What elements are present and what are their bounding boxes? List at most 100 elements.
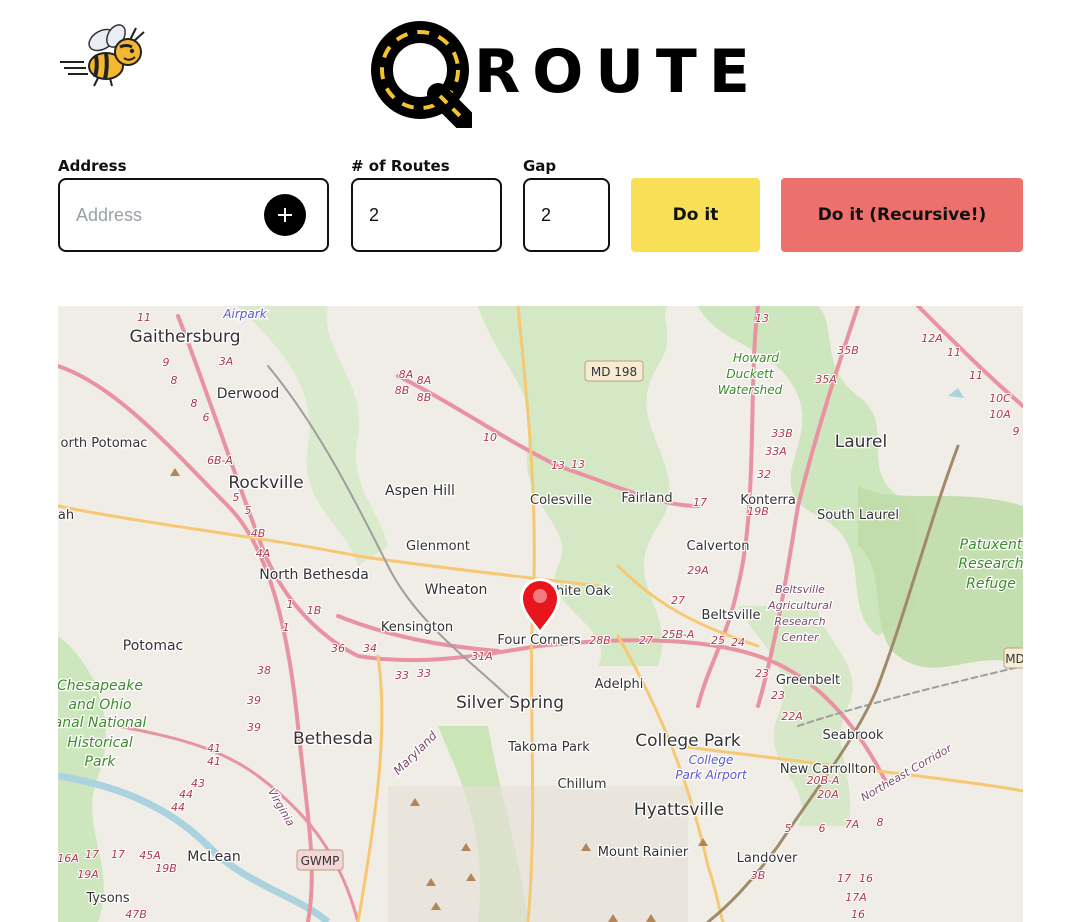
- exit-number: 13: [571, 458, 585, 471]
- map-place-label: Gaithersburg: [129, 327, 240, 347]
- exit-number: 1: [287, 598, 294, 611]
- exit-number: 7A: [845, 818, 860, 831]
- exit-number: 25: [711, 634, 725, 647]
- exit-number: 24: [731, 636, 745, 649]
- exit-number: 5: [233, 491, 240, 504]
- routes-label: # of Routes: [351, 157, 450, 175]
- do-it-recursive-button[interactable]: Do it (Recursive!): [781, 178, 1023, 252]
- exit-number: 38: [257, 664, 271, 677]
- map-place-label: South Laurel: [817, 508, 899, 523]
- map-place-label: Seabrook: [823, 728, 884, 743]
- exit-number: 10: [483, 431, 497, 444]
- add-address-button[interactable]: [264, 194, 306, 236]
- exit-number: 43: [191, 777, 205, 790]
- exit-number: 8B: [417, 391, 432, 404]
- exit-number: 12A: [921, 332, 943, 345]
- exit-number: 39: [247, 721, 261, 734]
- exit-number: 5: [245, 504, 252, 517]
- exit-number: 6B-A: [207, 454, 233, 467]
- exit-number: 23: [755, 667, 769, 680]
- exit-number: 13: [755, 312, 769, 325]
- gap-input[interactable]: [525, 204, 608, 226]
- road-shield: GWMP: [296, 849, 344, 871]
- map-place-label: Derwood: [217, 386, 280, 402]
- map-place-label: Center: [781, 631, 820, 644]
- exit-number: 6: [203, 411, 210, 424]
- map-place-label: Beltsville: [775, 583, 825, 596]
- exit-number: 22A: [781, 710, 803, 723]
- plus-icon: [278, 208, 292, 222]
- exit-number: 1: [283, 621, 290, 634]
- brand-title: ROUTE: [474, 37, 762, 107]
- exit-number: 4A: [256, 547, 271, 560]
- routes-input[interactable]: [353, 204, 500, 226]
- map-place-label: Tysons: [85, 891, 130, 906]
- map-place-label: Refuge: [966, 576, 1016, 592]
- exit-number: 27: [639, 634, 653, 647]
- exit-number: 13: [551, 459, 565, 472]
- map-place-label: Research: [774, 615, 825, 628]
- address-input[interactable]: [60, 204, 256, 226]
- map-place-label: Glenmont: [406, 539, 470, 554]
- map-place-label: Bethesda: [293, 729, 373, 749]
- map-place-label: Research: [958, 556, 1023, 572]
- map-place-label: Chillum: [557, 777, 606, 792]
- map-place-label: Historical: [67, 735, 133, 751]
- map-place-label: College: [689, 753, 734, 767]
- map-place-label: Park Airport: [675, 768, 748, 782]
- map-place-label: Colesville: [530, 493, 592, 508]
- map-place-label: Adelphi: [595, 677, 644, 692]
- map-place-label: Laurel: [835, 432, 887, 452]
- exit-number: 44: [171, 801, 185, 814]
- exit-number: 16: [859, 872, 873, 885]
- exit-number: 17: [837, 872, 851, 885]
- exit-number: 17: [85, 848, 99, 861]
- exit-number: 9: [1013, 425, 1020, 438]
- do-it-button[interactable]: Do it: [631, 178, 760, 252]
- map-place-label: Duckett: [726, 367, 774, 381]
- exit-number: 8A: [399, 368, 414, 381]
- exit-number: 33B: [771, 427, 793, 440]
- map-place-label: North Bethesda: [259, 567, 369, 583]
- map-place-label: ah: [58, 508, 74, 523]
- map-place-label: Landover: [737, 851, 798, 866]
- exit-number: 19A: [77, 868, 99, 881]
- map-place-label: Agricultural: [767, 599, 832, 612]
- exit-number: 5: [785, 822, 792, 835]
- exit-number: 11: [137, 311, 151, 324]
- exit-number: 3B: [751, 869, 766, 882]
- gap-field: [523, 178, 610, 252]
- road-shield: MD 198: [584, 360, 644, 382]
- map-place-label: Four Corners: [497, 633, 580, 648]
- exit-number: 20A: [817, 788, 839, 801]
- exit-number: 4B: [251, 527, 266, 540]
- address-label: Address: [58, 157, 127, 175]
- exit-number: 33: [417, 667, 431, 680]
- map-place-label: Aspen Hill: [385, 483, 455, 499]
- map[interactable]: Gaithersburg Airpark Derwood orth Potomac Ro…: [58, 306, 1023, 922]
- map-place-label: McLean: [187, 849, 240, 865]
- map-place-label: anal National: [58, 715, 146, 731]
- exit-number: 35A: [815, 373, 837, 386]
- map-place-label: Watershed: [718, 383, 783, 397]
- exit-number: 19B: [747, 505, 769, 518]
- map-place-label: Hyattsville: [634, 800, 724, 820]
- exit-number: 33A: [765, 445, 787, 458]
- map-place-label: Takoma Park: [507, 740, 590, 755]
- exit-number: 36: [331, 642, 345, 655]
- exit-number: 23: [771, 689, 785, 702]
- exit-number: 19B: [155, 862, 177, 875]
- exit-number: 44: [179, 788, 193, 801]
- map-place-label: Calverton: [687, 539, 750, 554]
- exit-number: 10A: [989, 408, 1011, 421]
- exit-number: 8B: [395, 384, 410, 397]
- exit-number: 29A: [687, 564, 709, 577]
- exit-number: 8: [877, 816, 884, 829]
- gap-label: Gap: [523, 157, 557, 175]
- map-place-label: Mount Rainier: [598, 845, 689, 860]
- exit-number: 35B: [837, 344, 859, 357]
- svg-text:MD 198: MD 198: [591, 365, 637, 379]
- exit-number: 34: [363, 642, 377, 655]
- address-field: [58, 178, 329, 252]
- exit-number: 10C: [989, 392, 1011, 405]
